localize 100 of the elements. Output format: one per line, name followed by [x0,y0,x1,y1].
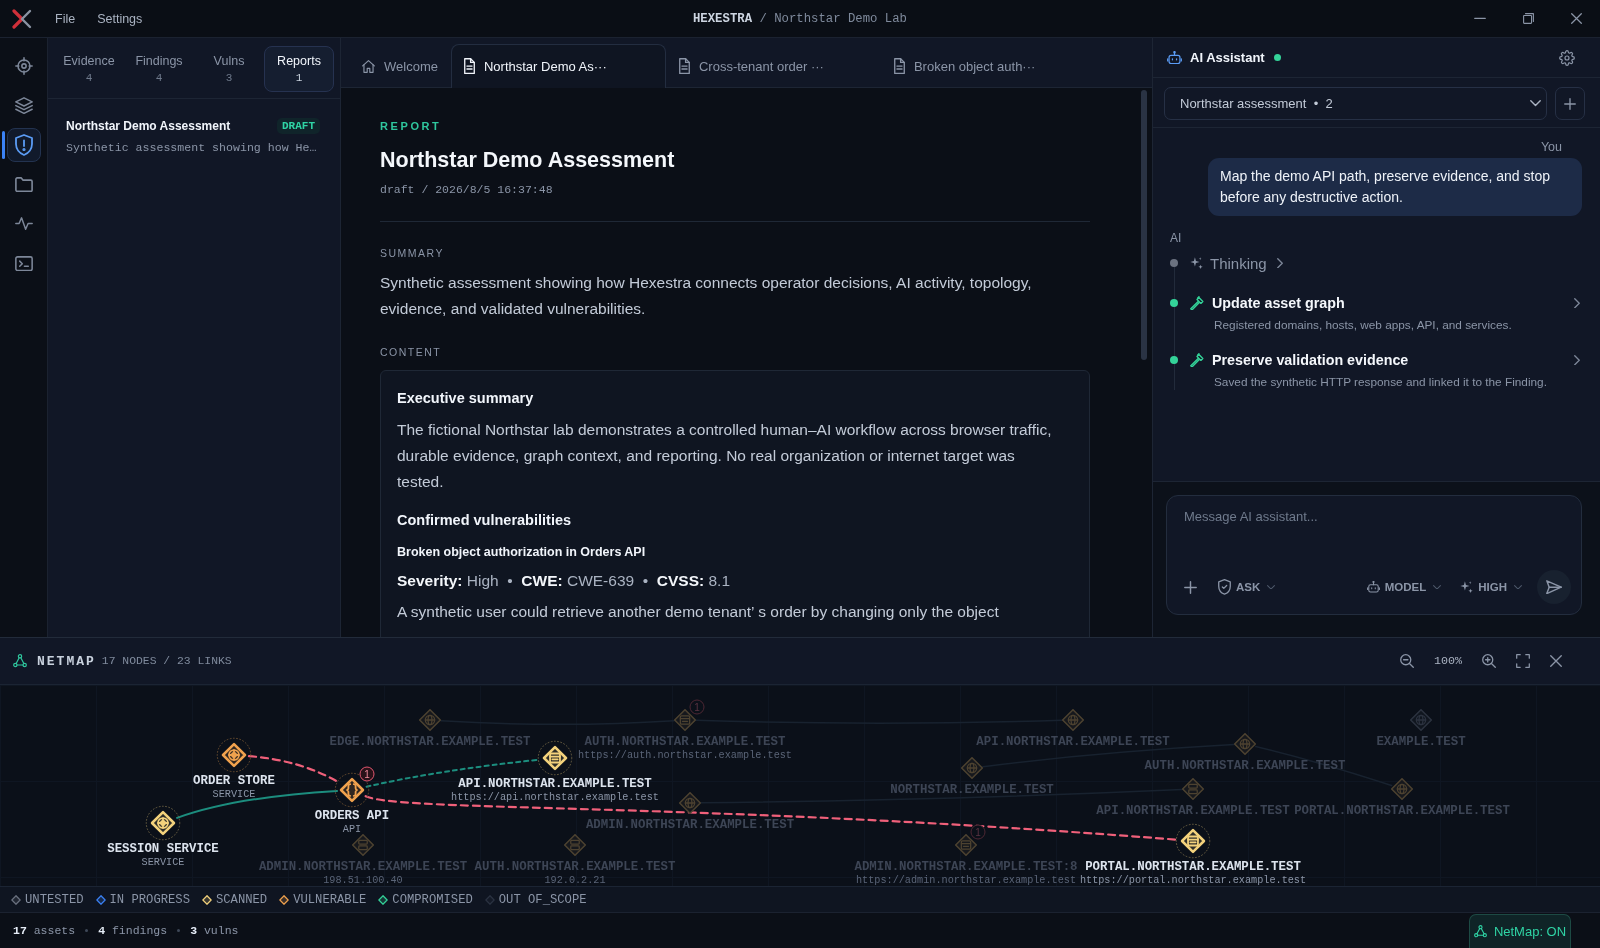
document-icon [463,58,475,75]
section-heading: CONTENT [380,345,443,360]
content-heading: Executive summary [397,389,535,408]
editor-tab[interactable]: Northstar Demo As··· [450,44,666,88]
new-session-button[interactable] [1555,87,1585,120]
fullscreen-icon[interactable] [1516,654,1530,668]
content-heading: Confirmed vulnerabilities [397,511,573,530]
panel-tab[interactable]: Evidence 4 [54,46,124,92]
robot-icon [1167,50,1182,65]
message-author: AI [1170,231,1183,246]
status-badge: DRAFT [277,118,320,134]
model-dropdown[interactable]: MODEL [1366,581,1442,593]
caret-icon [1433,584,1442,590]
send-button[interactable] [1537,570,1571,604]
node-sublabel: https://admin.northstar.example.test [855,874,1077,886]
scrollbar-thumb[interactable] [1141,90,1147,360]
legend-label: COMPROMISED [392,892,473,907]
caret-icon [1514,584,1522,590]
message-author: You [1540,139,1562,155]
step-title: Update asset graph [1212,295,1345,311]
panel-tab[interactable]: Reports 1 [264,46,334,92]
panel-title: AI Assistant [1190,50,1265,65]
node-label: ADMIN.NORTHSTAR.EXAMPLE.TEST [585,818,795,832]
finding-count-badge: 1 [359,766,375,782]
mode-dropdown[interactable]: ASK [1218,579,1276,595]
status-count: 17 assets [13,924,76,937]
panel-tab[interactable]: Vulns 3 [194,46,264,92]
node-sublabel: https://auth.northstar.example.test [578,749,792,761]
node-sublabel: API [342,823,362,835]
chevron-right-icon[interactable] [1574,354,1580,366]
logo-icon [12,8,32,29]
node-label: AUTH.NORTHSTAR.EXAMPLE.TEST [584,735,786,749]
user-message-bubble: Map the demo API path, preserve evidence, and stop before any destructive action. [1208,158,1582,216]
legend-label: IN PROGRESS [109,892,190,907]
active-indicator [2,131,5,159]
report-meta: draft / 2026/8/5 16:37:48 [380,182,554,198]
node-label: PORTAL.NORTHSTAR.EXAMPLE.TEST [1294,804,1510,818]
restore-icon[interactable] [1522,13,1534,24]
chevron-right-icon[interactable] [1574,297,1580,309]
node-label: ADMIN.NORTHSTAR.EXAMPLE.TEST [258,860,468,874]
menu-item[interactable]: File [55,8,76,29]
node-label: API.NORTHSTAR.EXAMPLE.TEST [1096,804,1290,818]
panel-tab[interactable]: Findings 4 [124,46,194,92]
editor-tab[interactable]: Cross-tenant order ··· [665,44,881,88]
content-paragraph: A synthetic user could retrieve another demo tenant’ s order by changing only the object [397,602,1000,622]
sparkle-icon [1190,256,1203,270]
node-label: PORTAL.NORTHSTAR.EXAMPLE.TEST [1085,860,1301,874]
finding-count-badge: 1 [970,824,986,840]
thinking-toggle[interactable]: Thinking [1190,254,1283,272]
effort-dropdown[interactable]: HIGH [1460,580,1522,594]
legend-label: SCANNED [215,892,268,907]
zoom-in-icon[interactable] [1482,654,1496,668]
sparkle-icon [1460,580,1474,594]
step-description: Registered domains, hosts, web apps, API, and services. [1214,317,1513,333]
node-label: ORDERS API [314,809,390,823]
nav-button[interactable] [6,128,41,162]
node-label: API.NORTHSTAR.EXAMPLE.TEST [458,777,652,791]
netmap-icon [1473,925,1487,938]
finding-count-badge: 1 [689,699,705,715]
node-sublabel: SERVICE [212,788,256,800]
close-icon[interactable] [1550,655,1562,667]
finding-facts: Severity: High • CWE: CWE-639 • CVSS: 8.1 [397,571,732,591]
close-icon[interactable] [1570,13,1582,24]
status-count: 3 vulns [190,924,239,937]
terminal-icon [14,255,33,272]
plus-icon [1564,97,1576,110]
report-title[interactable]: Northstar Demo Assessment [66,119,231,133]
legend-label: VULNERABLE [293,892,367,907]
legend-label: UNTESTED [25,892,84,907]
report-eyebrow: REPORT [380,119,443,134]
step-description: Saved the synthetic HTTP response and linked it to the Finding. [1214,374,1548,390]
settings-icon[interactable] [1559,49,1575,66]
node-sublabel: https://portal.northstar.example.test [1079,874,1307,886]
netmap-toggle-button[interactable]: NetMap: ON [1469,914,1571,948]
netmap-icon [13,654,27,668]
node-label: NORTHSTAR.EXAMPLE.TEST [890,783,1054,797]
caret-icon [1267,584,1276,590]
crosshair-icon [14,57,33,75]
zoom-out-icon[interactable] [1399,654,1414,668]
message-composer[interactable]: Message AI assistant... ASK MODEL HIGH [1166,495,1582,615]
folder-icon [14,176,33,193]
step-title: Preserve validation evidence [1212,352,1409,368]
session-dropdown[interactable]: Northstar assessment • 2 [1164,87,1547,120]
node-label: ADMIN.NORTHSTAR.EXAMPLE.TEST:8 [854,860,1078,874]
panel-title: NETMAP [37,653,96,669]
status-count: 4 findings [98,924,168,937]
robot-icon [1366,581,1380,593]
chevron-right-icon [1276,257,1283,269]
node-label: AUTH.NORTHSTAR.EXAMPLE.TEST [474,860,676,874]
menu-item[interactable]: Settings [97,8,143,29]
hammer-icon [1190,352,1204,368]
home-icon [362,60,375,73]
editor-tab[interactable]: Broken object auth··· [880,44,1096,88]
minimize-icon[interactable] [1474,17,1486,20]
node-label: ORDER STORE [193,774,275,788]
plus-icon[interactable] [1184,580,1197,594]
zoom-level: 100% [1433,654,1462,668]
message-input[interactable]: Message AI assistant... [1184,508,1571,558]
editor-tab[interactable]: Welcome [349,44,451,88]
layers-icon [14,96,33,115]
